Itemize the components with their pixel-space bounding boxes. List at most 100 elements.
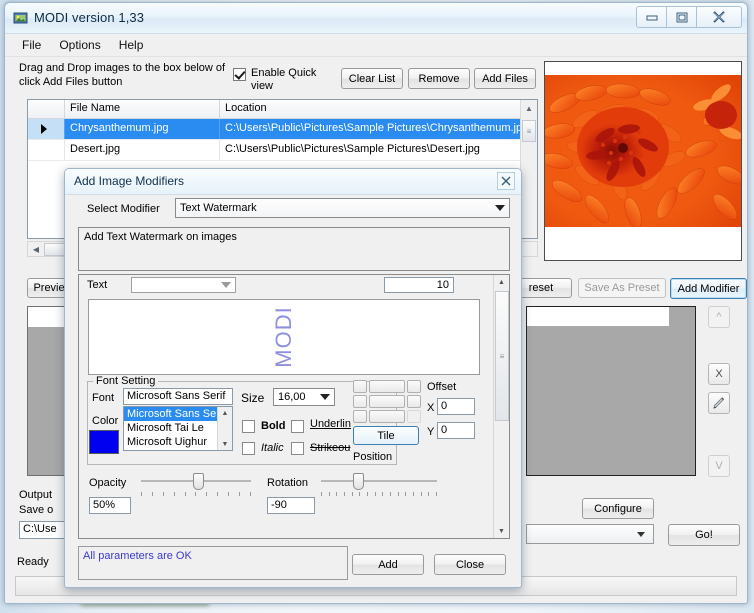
rotation-field[interactable]: -90 — [267, 497, 315, 514]
chevron-down-icon — [495, 205, 505, 211]
title-bar: MODI version 1,33 — [5, 3, 747, 34]
close-button[interactable] — [696, 6, 742, 28]
font-name-field[interactable]: Microsoft Sans Serif — [123, 388, 233, 405]
text-input-combo[interactable] — [131, 277, 236, 293]
scroll-up-icon[interactable]: ▲ — [521, 100, 537, 116]
edit-modifier-button[interactable] — [708, 392, 730, 414]
bold-checkbox[interactable] — [242, 420, 255, 433]
font-setting-group-label: Font Setting — [93, 375, 159, 387]
status-message: All parameters are OK — [78, 546, 348, 580]
dialog-title-bar: Add Image Modifiers — [65, 169, 521, 195]
list-item[interactable]: Microsoft Uighur — [124, 435, 232, 449]
scroll-up-icon[interactable]: ▲ — [218, 407, 232, 419]
go-button[interactable]: Go! — [668, 524, 740, 546]
table-row[interactable]: Desert.jpg C:\Users\Public\Pictures\Samp… — [28, 140, 537, 161]
list-item[interactable]: Microsoft Tai Le — [124, 421, 232, 435]
select-modifier-combo[interactable]: Text Watermark — [175, 198, 510, 218]
rotation-label: Rotation — [267, 477, 308, 489]
underline-checkbox[interactable] — [291, 420, 304, 433]
chevron-down-icon — [221, 282, 231, 288]
options-panel-scrollbar[interactable]: ▲ ≡ ▼ — [493, 275, 509, 538]
slider-thumb[interactable] — [353, 473, 364, 490]
add-files-button[interactable]: Add Files — [474, 68, 536, 89]
drag-drop-hint: Drag and Drop images to the box below of… — [19, 62, 226, 88]
opacity-label: Opacity — [89, 477, 127, 489]
output-format-combo[interactable] — [526, 524, 654, 544]
size-combo[interactable]: 16,00 — [273, 388, 335, 406]
watermark-preview-text: MODI — [271, 306, 296, 368]
dialog-close-button[interactable] — [497, 172, 515, 190]
position-cell-top-center[interactable] — [369, 380, 405, 393]
remove-button[interactable]: Remove — [408, 68, 470, 89]
scroll-left-icon[interactable]: ◀ — [28, 241, 44, 257]
size-value: 16,00 — [278, 391, 306, 403]
slider-track — [321, 480, 437, 482]
menu-item-help[interactable]: Help — [110, 35, 153, 55]
rotation-slider[interactable] — [321, 473, 437, 496]
close-icon — [501, 176, 511, 186]
offset-x-field[interactable]: 0 — [437, 398, 475, 415]
move-down-button[interactable]: V — [708, 455, 730, 477]
row-filename: Chrysanthemum.jpg — [65, 119, 220, 139]
modifier-description: Add Text Watermark on images — [78, 227, 510, 271]
position-cell-bottom-right[interactable] — [407, 410, 421, 423]
image-preview-box — [544, 61, 742, 261]
watermark-preview: MODI — [88, 299, 480, 375]
modifier-list-header — [527, 307, 669, 326]
opacity-field[interactable]: 50% — [89, 497, 131, 514]
slider-thumb[interactable] — [193, 473, 204, 490]
offset-x-label: X — [427, 402, 435, 414]
modifier-list[interactable] — [526, 306, 696, 476]
scrollbar-thumb[interactable]: ≡ — [522, 120, 536, 142]
clear-list-button[interactable]: Clear List — [341, 68, 403, 89]
chevron-down-icon — [637, 531, 645, 537]
maximize-icon — [676, 12, 687, 22]
close-button[interactable]: Close — [434, 554, 506, 575]
menu-item-file[interactable]: File — [13, 35, 50, 55]
status-text: Ready — [17, 556, 49, 568]
file-list-header: File Name Location — [28, 100, 537, 119]
position-cell-bottom-center[interactable] — [369, 410, 405, 423]
offset-y-field[interactable]: 0 — [437, 422, 475, 439]
position-cell-bottom-left[interactable] — [353, 410, 367, 423]
delete-modifier-button[interactable]: X — [708, 363, 730, 385]
font-list-scrollbar[interactable]: ▲ ▼ — [217, 407, 232, 450]
position-cell-middle-left[interactable] — [353, 395, 367, 408]
position-grid[interactable] — [353, 380, 421, 423]
offset-label: Offset — [427, 381, 457, 393]
strikeout-checkbox[interactable] — [291, 442, 304, 455]
scroll-down-icon[interactable]: ▼ — [494, 524, 509, 538]
tile-button[interactable]: Tile — [353, 426, 419, 445]
scrollbar-thumb[interactable]: ≡ — [495, 291, 509, 421]
move-up-button[interactable]: ^ — [708, 306, 730, 328]
table-row[interactable]: Chrysanthemum.jpg C:\Users\Public\Pictur… — [28, 119, 537, 140]
list-item[interactable]: Microsoft Sans Se — [124, 407, 232, 421]
italic-checkbox[interactable] — [242, 442, 255, 455]
save-as-preset-button[interactable]: Save As Preset — [578, 278, 666, 298]
color-swatch[interactable] — [89, 430, 119, 454]
configure-button[interactable]: Configure — [582, 498, 654, 519]
window-controls — [636, 6, 742, 28]
dialog-title: Add Image Modifiers — [74, 174, 185, 188]
scroll-up-icon[interactable]: ▲ — [494, 275, 509, 289]
opacity-slider[interactable] — [141, 473, 251, 496]
window-title: MODI version 1,33 — [34, 10, 145, 25]
enable-quick-view-checkbox[interactable] — [233, 68, 246, 81]
add-button[interactable]: Add — [352, 554, 424, 575]
font-list[interactable]: Microsoft Sans Se Microsoft Tai Le Micro… — [123, 406, 233, 451]
position-cell-top-left[interactable] — [353, 380, 367, 393]
chevron-down-icon — [320, 394, 330, 400]
menu-item-options[interactable]: Options — [50, 35, 109, 55]
position-cell-center[interactable] — [369, 395, 405, 408]
scroll-down-icon[interactable]: ▼ — [218, 438, 232, 450]
position-cell-top-right[interactable] — [407, 380, 421, 393]
minimize-button[interactable] — [636, 6, 667, 28]
file-list-vertical-scrollbar[interactable]: ▲ ≡ — [520, 100, 537, 238]
add-modifier-button[interactable]: Add Modifier — [670, 278, 747, 299]
position-cell-middle-right[interactable] — [407, 395, 421, 408]
text-count-field[interactable]: 10 — [384, 277, 454, 293]
row-location: C:\Users\Public\Pictures\Sample Pictures… — [220, 119, 521, 139]
column-header-location: Location — [220, 100, 521, 118]
maximize-button[interactable] — [666, 6, 697, 28]
enable-quick-view-row[interactable]: Enable Quick view — [233, 67, 317, 93]
